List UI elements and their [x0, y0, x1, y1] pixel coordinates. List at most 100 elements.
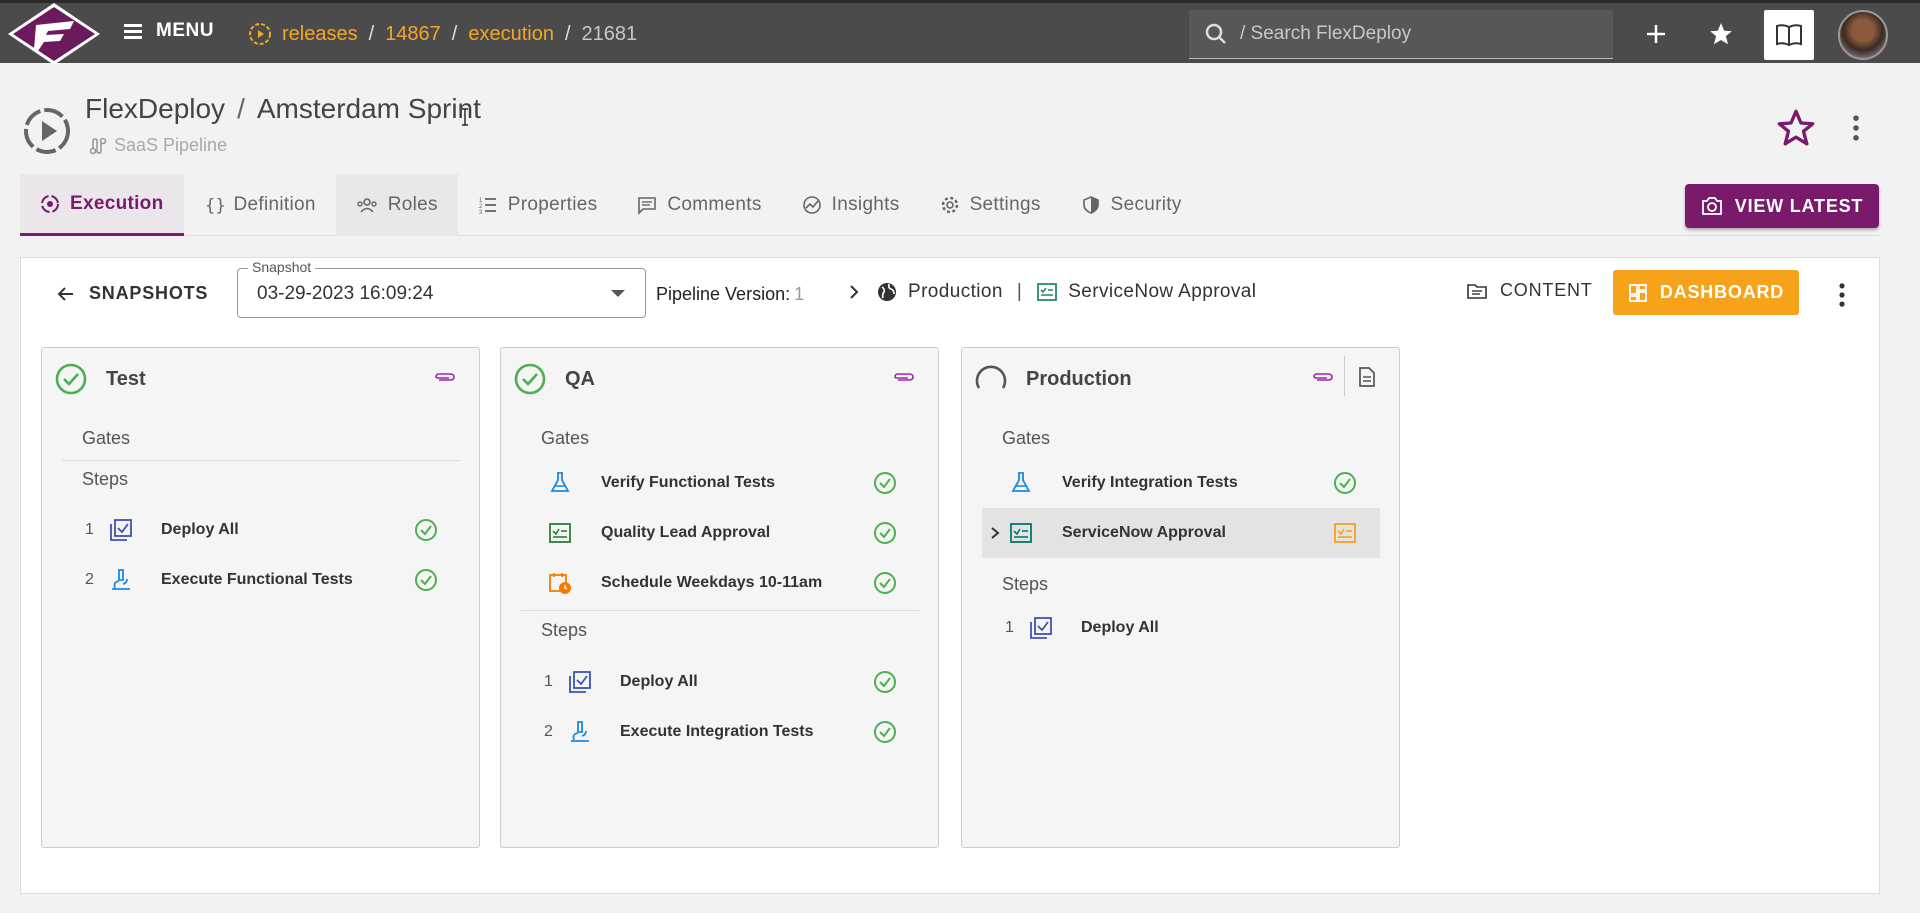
more-vert-icon[interactable]	[1846, 114, 1866, 142]
breadcrumb-releases[interactable]: releases	[282, 23, 358, 46]
gate-name: Verify Integration Tests	[1062, 474, 1238, 491]
release-name[interactable]: Amsterdam Sprint	[257, 93, 481, 125]
step-row[interactable]: 2 Execute Integration Tests	[501, 707, 938, 757]
search-input[interactable]	[1240, 23, 1600, 45]
search-box[interactable]	[1189, 10, 1613, 59]
content-button[interactable]: CONTENT	[1466, 280, 1593, 301]
gate-row[interactable]: Schedule Weekdays 10-11am	[501, 558, 938, 608]
stage-header[interactable]: Test	[54, 362, 146, 396]
book-icon	[1776, 24, 1802, 47]
step-index: 1	[1005, 619, 1014, 636]
favorite-star-icon[interactable]	[1776, 108, 1816, 148]
plus-icon	[1647, 25, 1665, 43]
group-icon	[357, 198, 377, 213]
pipeline-execution-icon	[24, 108, 70, 154]
document-icon[interactable]	[1356, 366, 1378, 388]
check-circle-icon	[874, 522, 896, 544]
stage-test: Test Gates Steps 1 Deploy All 2 Execute …	[41, 347, 480, 848]
page-title: FlexDeploy / Amsterdam Sprint	[85, 93, 481, 125]
favorites-button[interactable]	[1704, 17, 1738, 51]
snapshot-select[interactable]: Snapshot 03-29-2023 16:09:24	[237, 259, 646, 318]
check-circle-icon	[1334, 472, 1356, 494]
list-numbered-icon: 123	[479, 198, 496, 215]
step-index: 1	[544, 673, 553, 690]
route-icon	[89, 137, 107, 154]
current-environment[interactable]: Production	[908, 281, 1003, 303]
gate-row[interactable]: Verify Integration Tests	[962, 458, 1399, 508]
approval-icon	[549, 523, 571, 543]
paperclip-icon[interactable]	[434, 370, 456, 384]
steps-label: Steps	[541, 620, 588, 640]
pipeline-subtitle[interactable]: SaaS Pipeline	[88, 135, 227, 156]
stage-header[interactable]: QA	[513, 362, 595, 396]
gate-row-selected[interactable]: ServiceNow Approval	[982, 508, 1380, 558]
tab-bar: Execution {} Definition Roles 123 Proper…	[20, 174, 1880, 236]
gear-icon	[941, 196, 958, 214]
deploy-icon	[1030, 617, 1052, 639]
svg-text:3: 3	[479, 210, 483, 215]
tab-insights[interactable]: Insights	[782, 174, 920, 236]
stage-qa: QA Gates Verify Functional Tests Quality…	[500, 347, 939, 848]
step-name: Execute Functional Tests	[161, 571, 353, 588]
gates-label: Gates	[82, 428, 131, 448]
chevron-right-icon[interactable]	[988, 526, 1002, 540]
add-button[interactable]	[1639, 17, 1673, 51]
more-vert-icon[interactable]	[1832, 282, 1852, 308]
paperclip-icon[interactable]	[893, 370, 915, 384]
snapshots-back-button[interactable]: SNAPSHOTS	[57, 283, 208, 304]
step-name: Deploy All	[1081, 619, 1159, 636]
step-row[interactable]: 1 Deploy All	[42, 505, 479, 555]
breadcrumb-release-id[interactable]: 14867	[385, 23, 441, 46]
text-cursor-icon	[462, 108, 468, 126]
tab-execution[interactable]: Execution	[20, 174, 184, 236]
arrow-left-icon	[57, 286, 73, 301]
deploy-icon	[569, 671, 591, 693]
flexdeploy-logo[interactable]	[8, 3, 100, 65]
documentation-button[interactable]	[1764, 10, 1814, 60]
snapshot-field-label: Snapshot	[248, 259, 316, 275]
stage-production: Production Gates Verify Integration Test…	[961, 347, 1400, 848]
insights-icon	[802, 196, 821, 214]
breadcrumb-execution[interactable]: execution	[468, 23, 554, 46]
step-row[interactable]: 2 Execute Functional Tests	[42, 555, 479, 605]
check-circle-icon	[415, 569, 437, 591]
braces-icon: {}	[205, 196, 224, 215]
dashboard-icon	[1628, 283, 1647, 302]
paperclip-icon[interactable]	[1312, 370, 1334, 384]
gates-label: Gates	[1002, 428, 1051, 448]
tab-properties[interactable]: 123 Properties	[458, 174, 618, 236]
tab-definition[interactable]: {} Definition	[184, 174, 336, 236]
folder-icon	[1467, 283, 1487, 299]
stage-name: Test	[106, 367, 146, 390]
step-row[interactable]: 1 Deploy All	[501, 657, 938, 707]
schedule-icon	[549, 573, 571, 594]
pipeline-name: SaaS Pipeline	[114, 135, 228, 155]
step-index: 1	[85, 521, 94, 538]
tab-roles[interactable]: Roles	[335, 174, 458, 236]
steps-label: Steps	[82, 469, 129, 489]
approval-icon	[1010, 523, 1032, 543]
tab-comments[interactable]: Comments	[617, 174, 781, 236]
pending-approval-icon[interactable]	[1333, 521, 1357, 545]
tab-security[interactable]: Security	[1061, 174, 1202, 236]
stage-header[interactable]: Production	[974, 362, 1132, 396]
gate-row[interactable]: Quality Lead Approval	[501, 508, 938, 558]
gate-name: Verify Functional Tests	[601, 474, 775, 491]
menu-button[interactable]: MENU	[124, 20, 214, 42]
user-avatar[interactable]	[1838, 10, 1888, 60]
check-circle-icon	[415, 519, 437, 541]
flask-icon	[550, 472, 570, 492]
current-gate[interactable]: ServiceNow Approval	[1068, 281, 1256, 303]
step-row[interactable]: 1 Deploy All	[962, 603, 1399, 653]
gate-row[interactable]: Verify Functional Tests	[501, 458, 938, 508]
project-name[interactable]: FlexDeploy	[85, 93, 225, 125]
check-circle-icon	[514, 363, 546, 395]
microscope-icon	[112, 569, 130, 590]
execution-icon	[41, 194, 59, 213]
dashboard-button[interactable]: DASHBOARD	[1613, 270, 1799, 315]
current-location: Production | ServiceNow Approval	[846, 281, 1256, 303]
step-name: Execute Integration Tests	[620, 723, 814, 740]
tab-settings[interactable]: Settings	[920, 174, 1061, 236]
view-latest-button[interactable]: VIEW LATEST	[1685, 184, 1879, 228]
chevron-right-icon	[850, 285, 859, 299]
